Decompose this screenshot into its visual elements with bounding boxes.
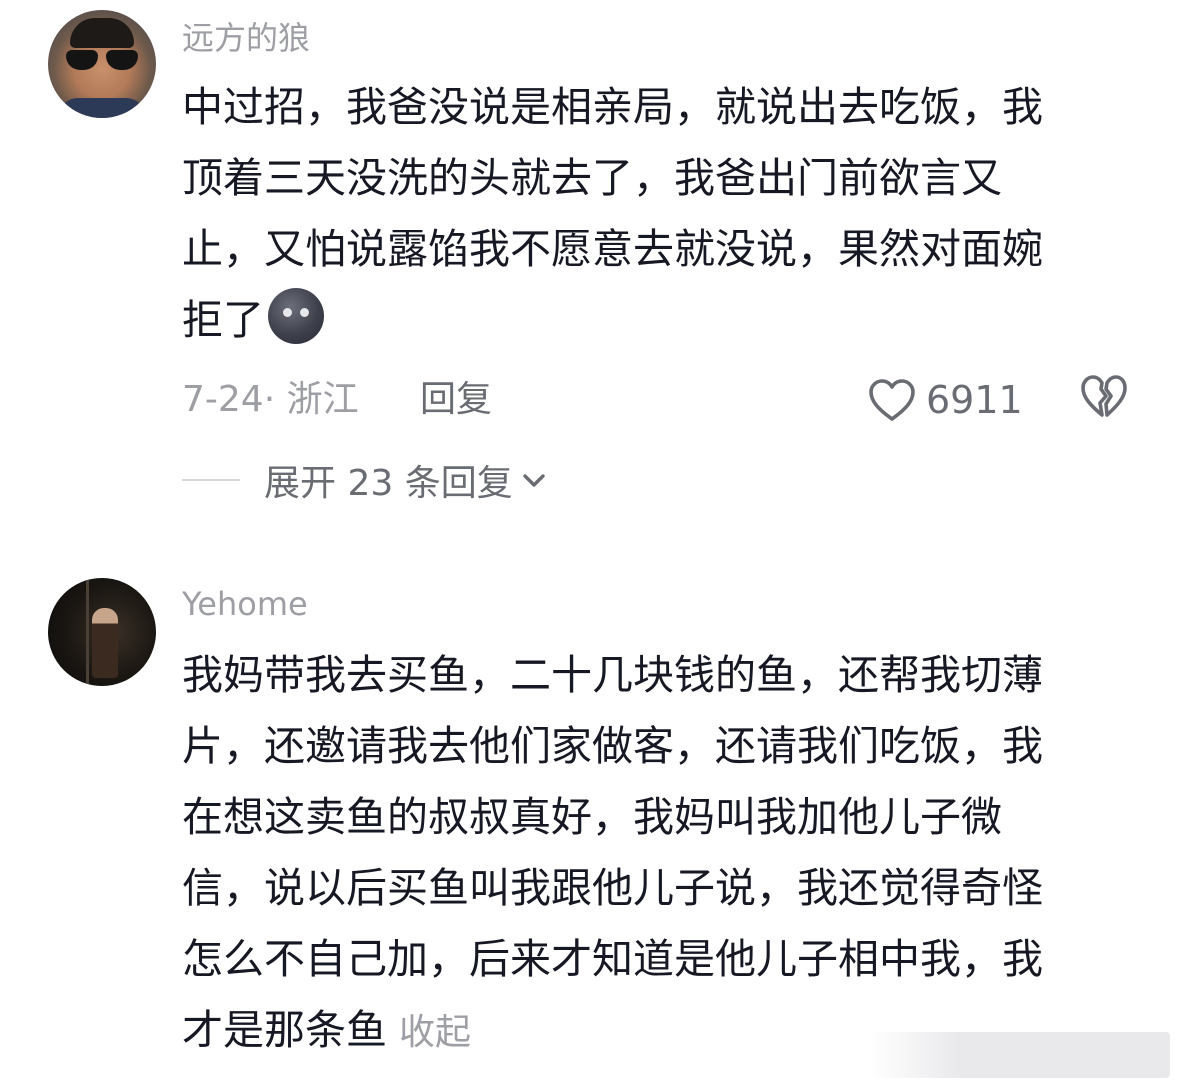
comment-text: 中过招，我爸没说是相亲局，就说出去吃饭，我 顶着三天没洗的头就去了，我爸出门前欲… — [182, 72, 1112, 356]
comment-text-line: 信，说以后买鱼叫我跟他儿子说，我还觉得奇怪 — [182, 864, 1043, 912]
divider — [182, 479, 240, 481]
comment-text-line: 才是那条鱼 — [182, 1006, 387, 1054]
comment-text-line: 片，还邀请我去他们家做客，还请我们吃饭，我 — [182, 722, 1043, 770]
meta-separator: · — [263, 379, 287, 420]
avatar[interactable] — [48, 578, 156, 686]
comment-text-last-line: 拒了 — [182, 285, 1112, 356]
heart-outline-icon — [869, 379, 915, 421]
comment-text-line: 顶着三天没洗的头就去了，我爸出门前欲言又 — [182, 154, 1002, 202]
watermark — [870, 1032, 1170, 1078]
comment-text-line: 怎么不自己加，后来才知道是他儿子相中我，我 — [182, 935, 1043, 983]
chevron-down-icon — [523, 474, 545, 487]
expand-replies-button[interactable]: 展开 23 条回复 — [264, 454, 547, 506]
comment-text-line: 我妈带我去买鱼，二十几块钱的鱼，还帮我切薄 — [182, 651, 1043, 699]
comment-username[interactable]: 远方的狼 — [182, 18, 310, 58]
comment-username[interactable]: Yehome — [182, 584, 308, 624]
expand-replies-label: 展开 23 条回复 — [264, 463, 513, 504]
comment-text-line: 中过招，我爸没说是相亲局，就说出去吃饭，我 — [182, 83, 1043, 131]
like-button[interactable]: 6911 — [868, 372, 1023, 428]
expand-replies: 展开 23 条回复 — [182, 452, 547, 508]
comment-date: 7-24 — [182, 379, 264, 420]
comment-text-line: 在想这卖鱼的叔叔真好，我妈叫我加他儿子微 — [182, 793, 1002, 841]
dislike-button[interactable] — [1080, 374, 1128, 424]
reply-button[interactable]: 回复 — [420, 372, 492, 428]
comment-meta: 7-24· 浙江 — [182, 372, 359, 428]
comment-location: 浙江 — [286, 379, 359, 420]
broken-heart-icon — [1081, 375, 1127, 417]
comment-text-line: 拒了 — [182, 296, 264, 344]
like-count: 6911 — [926, 378, 1023, 422]
comment-text: 我妈带我去买鱼，二十几块钱的鱼，还帮我切薄 片，还邀请我去他们家做客，还请我们吃… — [182, 640, 1112, 1066]
avatar[interactable] — [48, 10, 156, 118]
comment-text-line: 止，又怕说露馅我不愿意去就没说，果然对面婉 — [182, 225, 1043, 273]
new-moon-face-emoji-icon — [268, 288, 324, 344]
collapse-button[interactable]: 收起 — [399, 1012, 471, 1053]
